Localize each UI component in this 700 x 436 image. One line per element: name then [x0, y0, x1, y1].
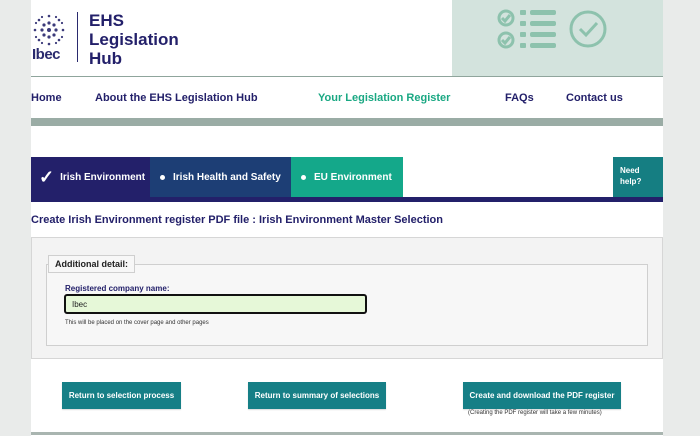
header-hero-graphic — [452, 0, 663, 76]
need-help-tab[interactable]: Need help? — [613, 157, 663, 197]
nav-faqs[interactable]: FAQs — [505, 92, 534, 104]
return-selection-button[interactable]: Return to selection process — [62, 382, 181, 409]
tab-label: EU Environment — [314, 171, 392, 183]
ibec-logo-icon — [33, 14, 65, 46]
tab-eu-environment[interactable]: EU Environment — [291, 157, 403, 197]
company-name-hint: This will be placed on the cover page an… — [65, 320, 209, 326]
company-name-label: Registered company name: — [65, 284, 170, 293]
main-nav: Home About the EHS Legislation Hub Your … — [31, 77, 663, 117]
create-pdf-note: (Creating the PDF register will take a f… — [468, 410, 602, 416]
nav-about[interactable]: About the EHS Legislation Hub — [95, 92, 258, 104]
page: Ibec EHS Legislation Hub Home About the … — [31, 0, 663, 436]
page-title: Create Irish Environment register PDF fi… — [31, 214, 443, 226]
footer-divider — [31, 432, 663, 435]
site-title[interactable]: EHS Legislation Hub — [89, 11, 209, 68]
bullet-icon — [160, 174, 165, 180]
register-tabs: ✓ Irish Environment Irish Health and Saf… — [31, 157, 663, 197]
logo-divider — [77, 12, 78, 62]
nav-your-register[interactable]: Your Legislation Register — [318, 92, 450, 104]
company-name-input[interactable] — [64, 294, 367, 314]
site-title-line-3: Hub — [89, 49, 123, 68]
fieldset-legend: Additional detail: — [48, 255, 135, 273]
logo-wordmark: Ibec — [32, 46, 61, 63]
site-title-line-2: Legislation — [89, 30, 179, 49]
tab-irish-environment[interactable]: ✓ Irish Environment — [31, 157, 150, 197]
nav-band — [31, 118, 663, 126]
nav-contact[interactable]: Contact us — [566, 92, 623, 104]
tab-label: Irish Health and Safety — [173, 171, 281, 183]
nav-home[interactable]: Home — [31, 92, 62, 104]
bullet-icon — [301, 174, 306, 180]
checklist-icon — [497, 9, 607, 49]
site-header: Ibec EHS Legislation Hub — [31, 0, 663, 76]
help-line-1: Need — [620, 166, 640, 175]
tab-label: Irish Environment — [60, 171, 146, 183]
create-pdf-button[interactable]: Create and download the PDF register — [463, 382, 621, 409]
help-line-2: help? — [620, 177, 642, 186]
tab-irish-health-safety[interactable]: Irish Health and Safety — [150, 157, 291, 197]
tabs-underline — [31, 197, 663, 202]
return-summary-button[interactable]: Return to summary of selections — [248, 382, 386, 409]
site-title-line-1: EHS — [89, 11, 124, 30]
check-icon: ✓ — [39, 167, 55, 187]
